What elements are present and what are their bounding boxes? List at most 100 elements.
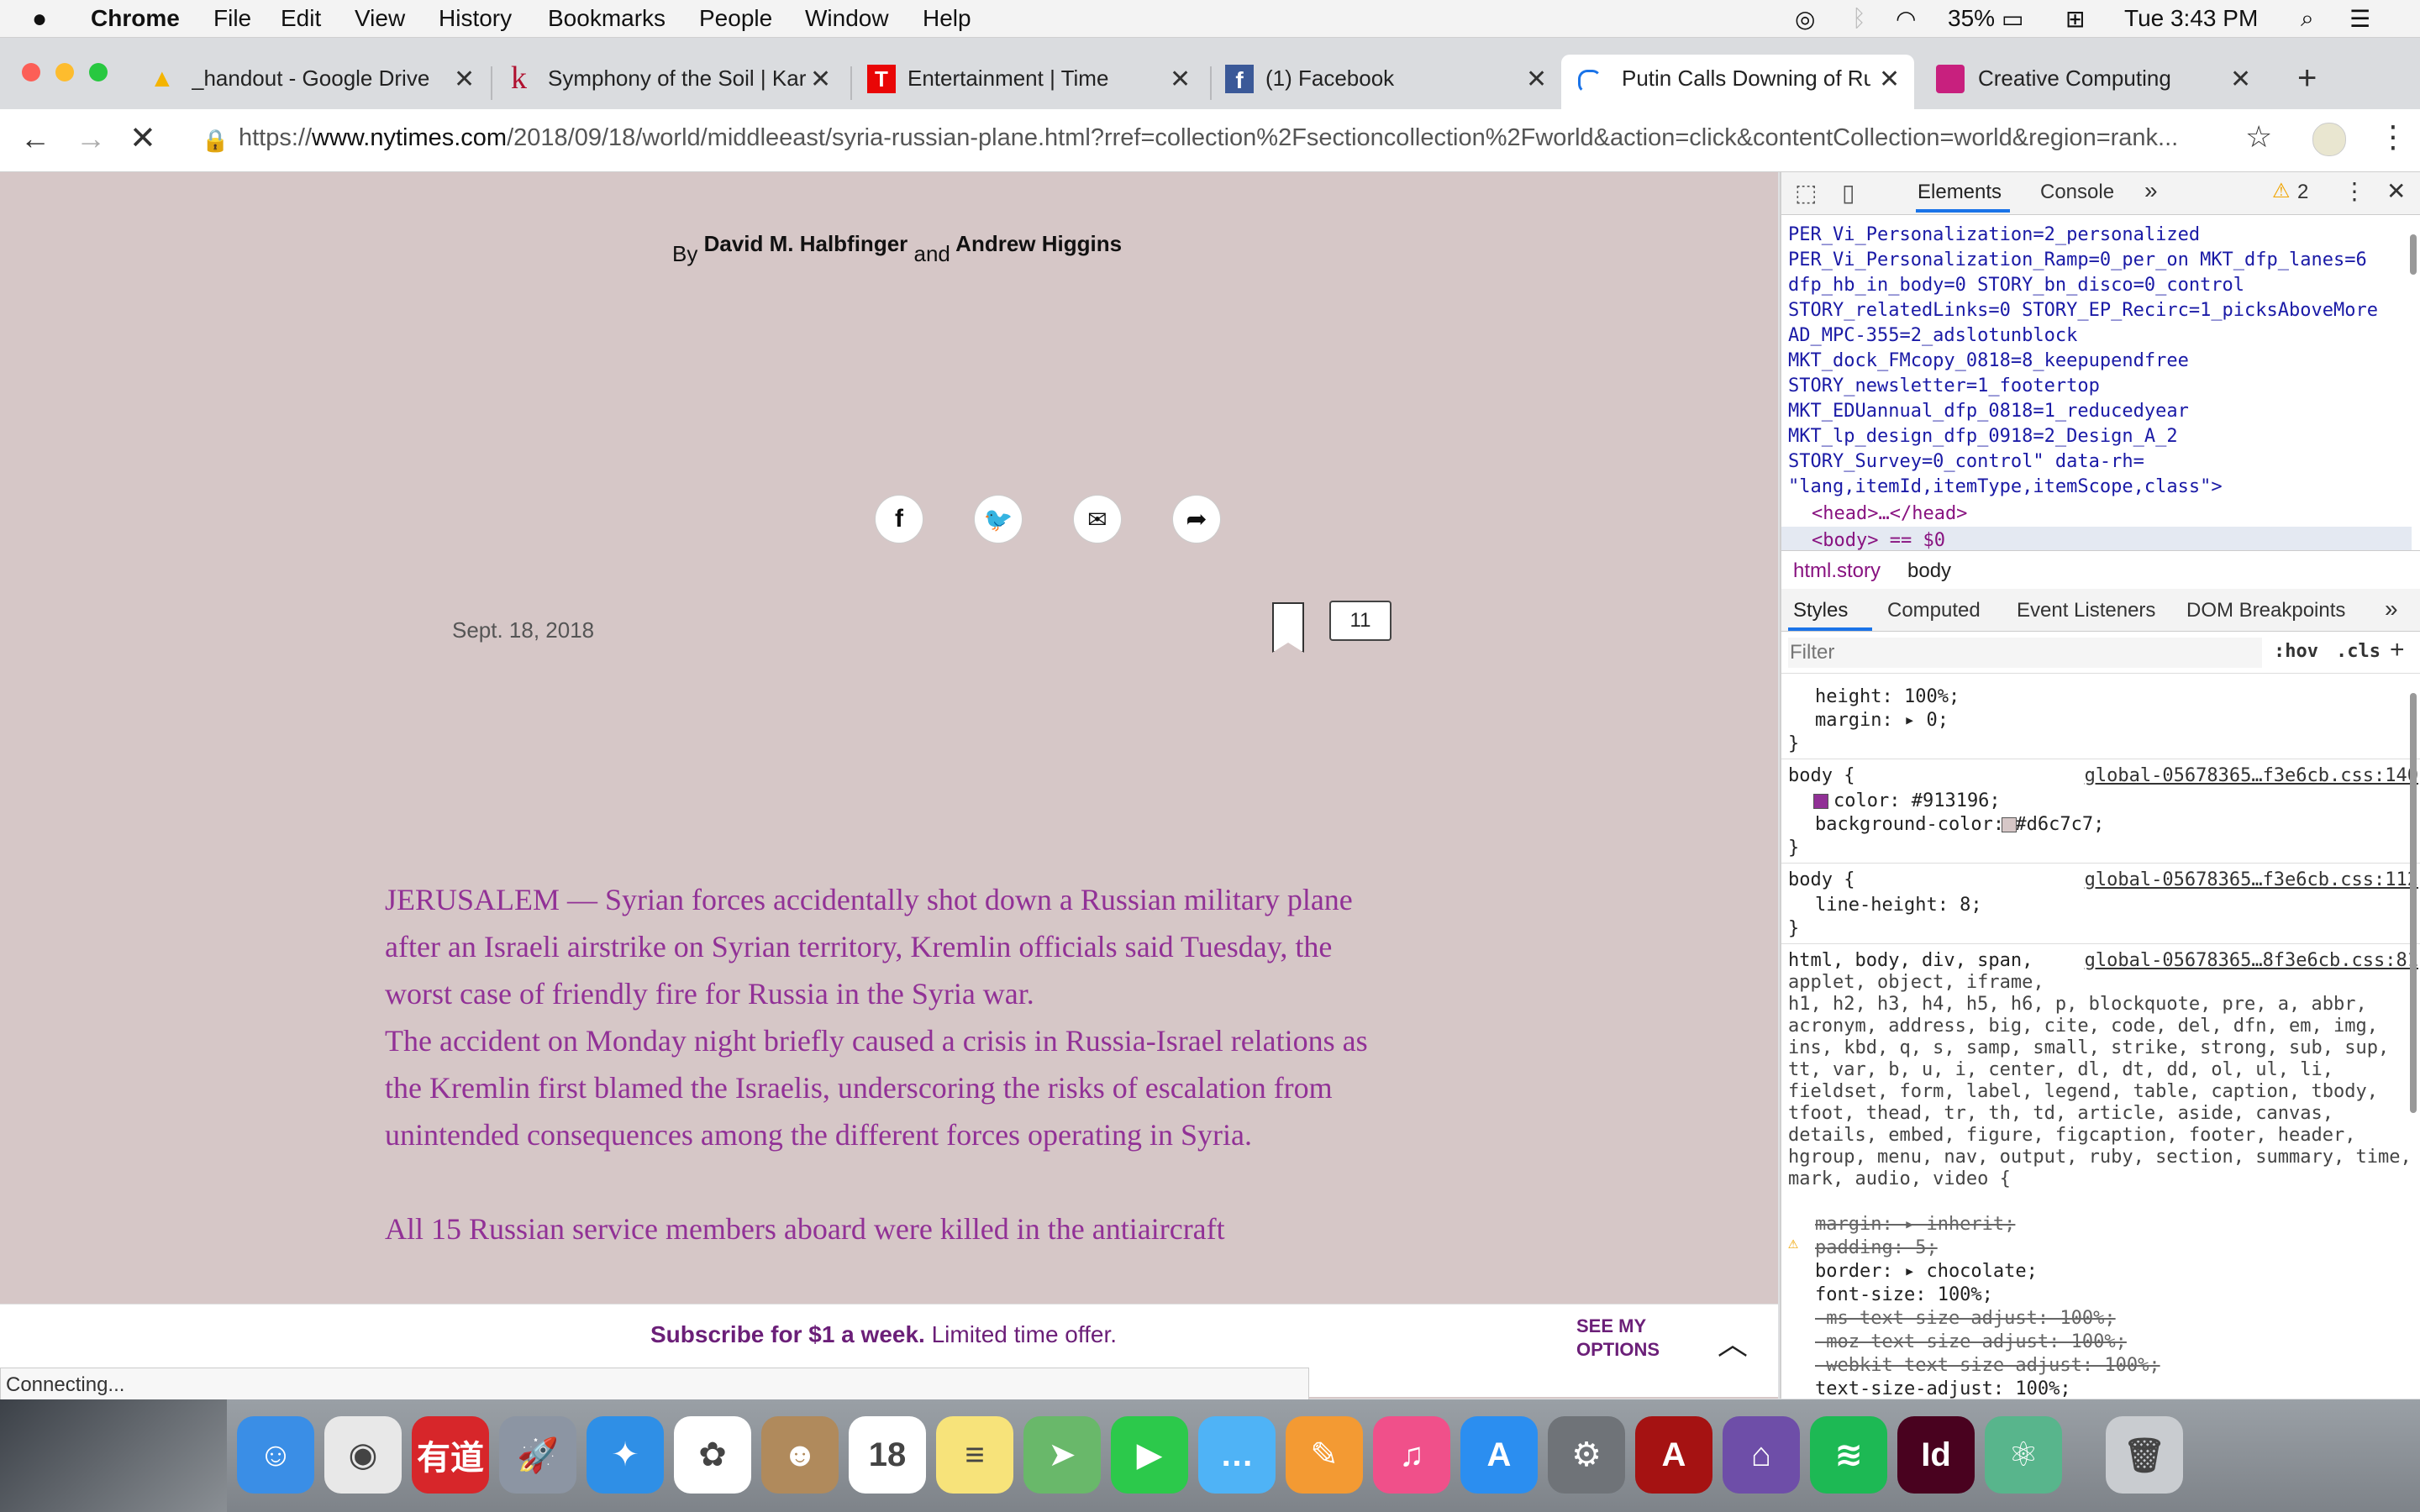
css-declaration[interactable]: height: 100%; — [1815, 686, 1960, 707]
menu-file[interactable]: File — [213, 5, 251, 32]
tab-entertainment-time[interactable]: T Entertainment | Time ✕ — [860, 55, 1205, 109]
acrobat-icon[interactable]: A — [1635, 1416, 1712, 1494]
tab-close-icon[interactable]: ✕ — [454, 65, 475, 94]
email-share-icon[interactable]: ✉ — [1074, 496, 1121, 543]
dom-attribute-line[interactable]: STORY_Survey=0_control" data-rh= — [1788, 451, 2144, 472]
forward-arrow-icon[interactable]: → — [76, 121, 106, 156]
css-declaration[interactable]: line-height: 8; — [1815, 895, 1982, 916]
menu-app-name[interactable]: Chrome — [91, 5, 180, 32]
calendar-icon[interactable]: 18 — [849, 1416, 926, 1494]
github-icon[interactable]: ⌂ — [1723, 1416, 1800, 1494]
breadcrumb-body[interactable]: body — [1907, 559, 1951, 583]
launchpad-icon[interactable]: 🚀 — [499, 1416, 576, 1494]
pane-tab-styles[interactable]: Styles — [1793, 599, 1848, 622]
menu-help[interactable]: Help — [923, 5, 971, 32]
css-selector-line[interactable]: mark, audio, video { — [1788, 1168, 2011, 1189]
menu-window[interactable]: Window — [805, 5, 889, 32]
stop-loading-icon[interactable]: ✕ — [129, 119, 156, 157]
lock-icon[interactable]: 🔒 — [202, 128, 229, 154]
atom-icon[interactable]: ⚛ — [1985, 1416, 2062, 1494]
styles-scrollbar[interactable] — [2410, 693, 2417, 1113]
dom-attribute-line[interactable]: dfp_hb_in_body=0 STORY_bn_disco=0_contro… — [1788, 275, 2244, 296]
more-tabs-icon[interactable]: » — [2144, 177, 2158, 204]
trash-icon[interactable]: 🗑 — [2106, 1416, 2183, 1494]
input-method-icon[interactable]: ⊞ — [2065, 5, 2085, 33]
tab-close-icon[interactable]: ✕ — [810, 65, 831, 94]
finder-icon[interactable]: ☺ — [237, 1416, 314, 1494]
css-source-link[interactable]: global-05678365…8f3e6cb.css:81 — [2085, 950, 2418, 971]
profile-avatar[interactable] — [2312, 123, 2346, 156]
messages-icon[interactable]: … — [1198, 1416, 1276, 1494]
dom-body-node[interactable]: <body> == $0 — [1812, 530, 1945, 551]
more-pane-tabs-icon[interactable]: » — [2385, 596, 2398, 622]
window-zoom-button[interactable] — [89, 63, 108, 81]
new-tab-button[interactable]: + — [2297, 60, 2317, 97]
bookmark-star-icon[interactable]: ☆ — [2245, 119, 2272, 155]
css-selector-line[interactable]: applet, object, iframe, — [1788, 972, 2044, 993]
css-source-link[interactable]: global-05678365…f3e6cb.css:140 — [2085, 765, 2418, 786]
pane-tab-dom-breakpoints[interactable]: DOM Breakpoints — [2186, 599, 2345, 622]
tab-putin-article-active[interactable]: Putin Calls Downing of Ru ✕ — [1561, 55, 1914, 109]
css-source-link[interactable]: global-05678365…f3e6cb.css:112 — [2085, 869, 2418, 890]
css-selector-line[interactable]: h1, h2, h3, h4, h5, h6, p, blockquote, p… — [1788, 994, 2367, 1015]
notification-center-icon[interactable]: ☰ — [2349, 5, 2370, 33]
tab-close-icon[interactable]: ✕ — [2230, 65, 2251, 94]
url-text[interactable]: https://www.nytimes.com/2018/09/18/world… — [239, 124, 2222, 152]
tab-symphony-of-the-soil[interactable]: k Symphony of the Soil | Kar ✕ — [501, 55, 854, 109]
save-bookmark-icon[interactable] — [1272, 602, 1304, 653]
menu-bookmarks[interactable]: Bookmarks — [548, 5, 666, 32]
menu-view[interactable]: View — [355, 5, 405, 32]
tab-close-icon[interactable]: ✕ — [1170, 65, 1191, 94]
css-selector-line[interactable]: tfoot, thead, tr, th, td, article, aside… — [1788, 1103, 2333, 1124]
css-declaration[interactable]: color: #913196; — [1813, 790, 2001, 811]
tab-close-icon[interactable]: ✕ — [1879, 65, 1900, 94]
color-swatch[interactable] — [1813, 794, 1828, 809]
dom-attribute-line[interactable]: MKT_lp_design_dfp_0918=2_Design_A_2 — [1788, 426, 2178, 447]
inspect-element-icon[interactable]: ⬚ — [1795, 179, 1817, 207]
tab-facebook[interactable]: f (1) Facebook ✕ — [1220, 55, 1556, 109]
tab-close-icon[interactable]: ✕ — [1526, 65, 1547, 94]
back-arrow-icon[interactable]: ← — [20, 121, 50, 156]
css-selector-line[interactable]: tt, var, b, u, i, center, dl, dt, dd, ol… — [1788, 1059, 2333, 1080]
see-my-options-link[interactable]: SEE MY OPTIONS — [1576, 1315, 1677, 1362]
css-selector[interactable]: body { — [1788, 765, 1854, 786]
new-style-rule-icon[interactable]: + — [2390, 636, 2405, 664]
chrome-menu-icon[interactable]: ⋮ — [2378, 119, 2408, 155]
window-minimize-button[interactable] — [55, 63, 74, 81]
dom-head-node[interactable]: <head>…</head> — [1812, 503, 1967, 524]
dom-attribute-line[interactable]: "lang,itemId,itemType,itemScope,class"> — [1788, 476, 2223, 497]
dom-attribute-line[interactable]: PER_Vi_Personalization=2_personalized — [1788, 224, 2200, 245]
spotify-icon[interactable]: ≋ — [1810, 1416, 1887, 1494]
facebook-share-icon[interactable]: f — [876, 496, 923, 543]
chrome-icon[interactable]: ◉ — [324, 1416, 402, 1494]
warning-icon[interactable]: ⚠ — [2272, 179, 2291, 203]
css-declaration[interactable]: font-size: 100%; — [1815, 1284, 1993, 1305]
hov-toggle[interactable]: :hov — [2274, 641, 2318, 662]
battery-icon[interactable]: ▭ — [2002, 5, 2023, 33]
notes-icon[interactable]: ≡ — [936, 1416, 1013, 1494]
devtools-tab-elements[interactable]: Elements — [1918, 181, 2002, 204]
device-toolbar-icon[interactable]: ▯ — [1842, 179, 1854, 207]
css-declaration[interactable]: text-size-adjust: 100%; — [1815, 1378, 2071, 1399]
css-declaration[interactable]: background-color: #d6c7c7; — [1815, 814, 2104, 835]
window-close-button[interactable] — [22, 63, 40, 81]
omnibox[interactable]: 🔒 https://www.nytimes.com/2018/09/18/wor… — [180, 116, 2255, 165]
menu-edit[interactable]: Edit — [281, 5, 321, 32]
indesign-icon[interactable]: Id — [1897, 1416, 1975, 1494]
css-selector-line[interactable]: html, body, div, span, — [1788, 950, 2033, 971]
pages-icon[interactable]: ✎ — [1286, 1416, 1363, 1494]
warning-count[interactable]: 2 — [2297, 181, 2308, 204]
maps-icon[interactable]: ➤ — [1023, 1416, 1101, 1494]
css-selector[interactable]: body { — [1788, 869, 1854, 890]
menu-clock[interactable]: Tue 3:43 PM — [2124, 5, 2258, 32]
dom-attribute-line[interactable]: MKT_EDUannual_dfp_0818=1_reducedyear — [1788, 401, 2189, 422]
cls-toggle[interactable]: .cls — [2336, 641, 2381, 662]
pane-tab-event-listeners[interactable]: Event Listeners — [2017, 599, 2155, 622]
safari-icon[interactable]: ✦ — [587, 1416, 664, 1494]
youdao-icon[interactable]: 有道 — [412, 1416, 489, 1494]
dom-attribute-line[interactable]: MKT_dock_FMcopy_0818=8_keepupendfree — [1788, 350, 2189, 371]
apple-icon[interactable]: ● — [32, 5, 47, 34]
itunes-icon[interactable]: ♫ — [1373, 1416, 1450, 1494]
comments-count-button[interactable]: 11 — [1329, 601, 1392, 641]
color-swatch[interactable] — [2002, 817, 2017, 832]
